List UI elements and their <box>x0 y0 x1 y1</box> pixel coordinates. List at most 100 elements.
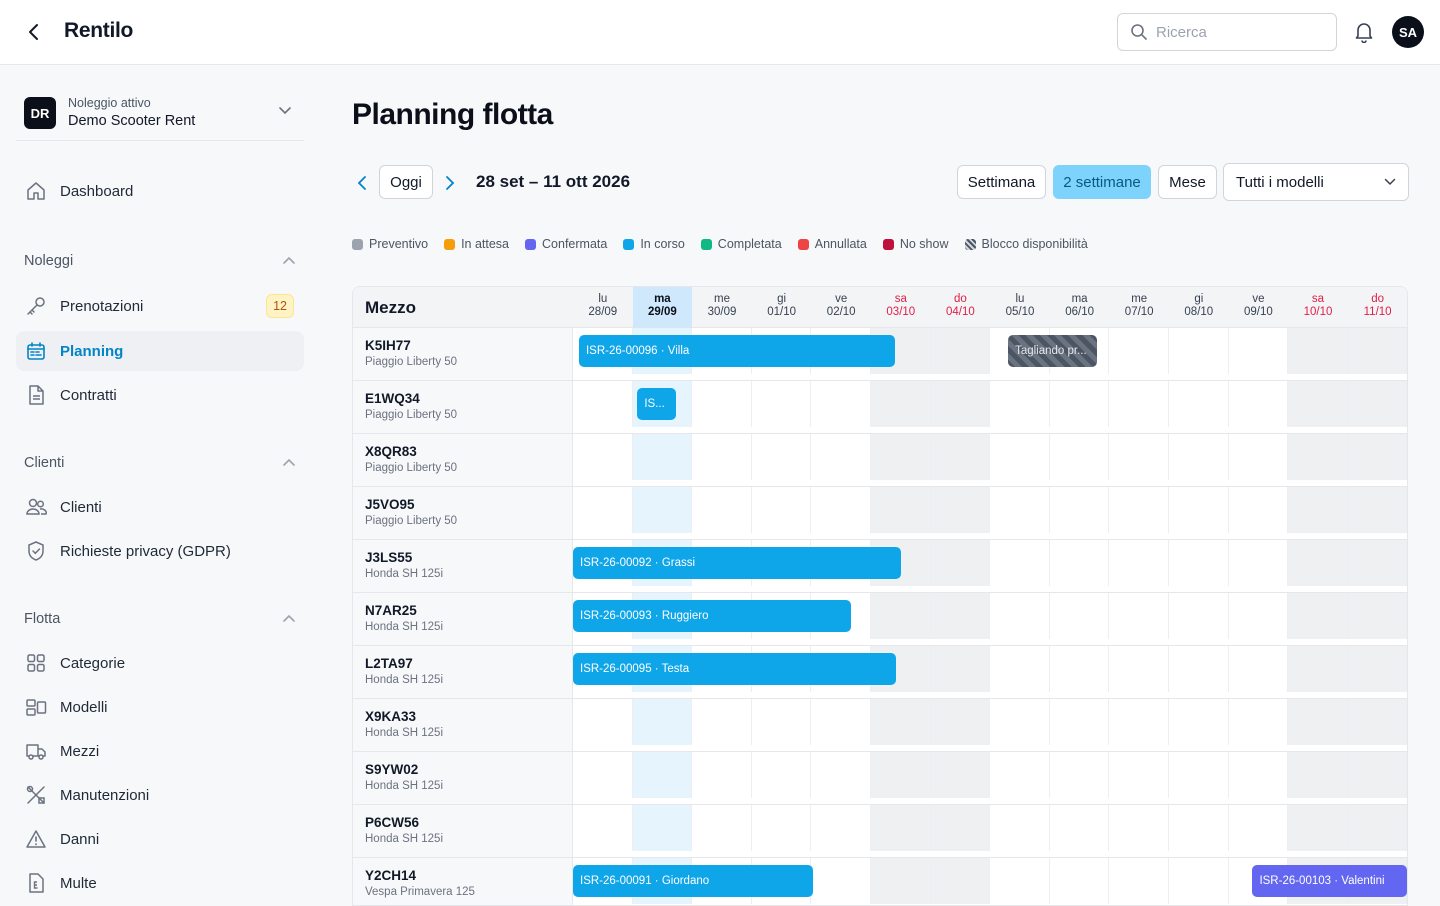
day-cell[interactable] <box>930 699 991 745</box>
day-cell[interactable] <box>871 752 931 798</box>
day-cell[interactable] <box>1109 593 1169 639</box>
day-cell[interactable] <box>1109 487 1169 533</box>
availability-block[interactable]: Tagliando pr... <box>1008 335 1098 367</box>
day-cell[interactable] <box>1050 858 1110 904</box>
day-cell[interactable] <box>811 699 871 745</box>
day-cell[interactable] <box>1347 328 1407 374</box>
sidebar-item-dashboard[interactable]: Dashboard <box>16 171 304 211</box>
tenant-switcher[interactable]: DR Noleggio attivo Demo Scooter Rent <box>16 77 304 141</box>
day-cell[interactable] <box>1347 381 1407 427</box>
day-cell[interactable] <box>1169 646 1229 692</box>
day-cell[interactable] <box>1229 487 1289 533</box>
day-cell[interactable] <box>632 487 693 533</box>
day-cell[interactable] <box>990 858 1050 904</box>
day-cell[interactable] <box>1229 328 1289 374</box>
day-cell[interactable] <box>871 487 931 533</box>
section-clienti[interactable]: Clienti <box>24 455 296 471</box>
day-cell[interactable] <box>1288 434 1348 480</box>
vehicle-label[interactable]: K5IH77 Piaggio Liberty 50 <box>353 328 573 380</box>
day-cell[interactable] <box>692 487 752 533</box>
day-cell[interactable] <box>1288 487 1348 533</box>
day-cell[interactable] <box>1109 540 1169 586</box>
day-cell[interactable] <box>871 381 931 427</box>
day-cell[interactable] <box>930 434 991 480</box>
day-cell[interactable] <box>930 328 991 374</box>
notifications-button[interactable] <box>1352 20 1376 44</box>
day-cell[interactable] <box>1347 540 1407 586</box>
day-cell[interactable] <box>1050 540 1110 586</box>
day-cell[interactable] <box>1229 805 1289 851</box>
day-cell[interactable] <box>990 434 1050 480</box>
day-cell[interactable] <box>752 805 812 851</box>
day-cell[interactable] <box>1288 328 1348 374</box>
day-cell[interactable] <box>930 593 991 639</box>
day-cell[interactable] <box>1050 646 1110 692</box>
vehicle-label[interactable]: S9YW02 Honda SH 125i <box>353 752 573 804</box>
day-cell[interactable] <box>692 752 752 798</box>
day-cell[interactable] <box>1288 646 1348 692</box>
view-two-weeks-button[interactable]: 2 settimane <box>1053 165 1151 199</box>
day-cell[interactable] <box>1288 381 1348 427</box>
back-button[interactable] <box>22 20 46 44</box>
sidebar-item-gdpr[interactable]: Richieste privacy (GDPR) <box>16 531 304 571</box>
booking-bar[interactable]: ISR-26-00091 · Giordano <box>573 865 813 897</box>
day-cell[interactable] <box>811 805 871 851</box>
vehicle-label[interactable]: J3LS55 Honda SH 125i <box>353 540 573 592</box>
day-cell[interactable] <box>1109 858 1169 904</box>
day-cell[interactable] <box>1229 381 1289 427</box>
day-cell[interactable] <box>573 805 633 851</box>
day-cell[interactable] <box>1169 593 1229 639</box>
day-cell[interactable] <box>1347 752 1407 798</box>
day-cell[interactable] <box>1169 752 1229 798</box>
day-cell[interactable] <box>1288 752 1348 798</box>
vehicle-label[interactable]: N7AR25 Honda SH 125i <box>353 593 573 645</box>
day-cell[interactable] <box>1050 805 1110 851</box>
day-cell[interactable] <box>930 752 991 798</box>
vehicle-label[interactable]: X8QR83 Piaggio Liberty 50 <box>353 434 573 486</box>
day-cell[interactable] <box>1050 434 1110 480</box>
day-cell[interactable] <box>1169 328 1229 374</box>
today-button[interactable]: Oggi <box>379 165 433 199</box>
day-cell[interactable] <box>1288 593 1348 639</box>
sidebar-item-danni[interactable]: Danni <box>16 819 304 859</box>
day-cell[interactable] <box>1169 381 1229 427</box>
day-cell[interactable] <box>1229 646 1289 692</box>
day-cell[interactable] <box>752 752 812 798</box>
day-cell[interactable] <box>1169 540 1229 586</box>
day-cell[interactable] <box>752 699 812 745</box>
day-cell[interactable] <box>1050 699 1110 745</box>
day-cell[interactable] <box>632 805 693 851</box>
day-cell[interactable] <box>1169 434 1229 480</box>
day-cell[interactable] <box>990 699 1050 745</box>
sidebar-item-categorie[interactable]: Categorie <box>16 643 304 683</box>
day-cell[interactable] <box>990 752 1050 798</box>
day-cell[interactable] <box>1288 805 1348 851</box>
view-month-button[interactable]: Mese <box>1158 165 1217 199</box>
day-cell[interactable] <box>1109 752 1169 798</box>
day-cell[interactable] <box>1169 805 1229 851</box>
day-cell[interactable] <box>811 487 871 533</box>
booking-bar[interactable]: ISR-26-00096 · Villa <box>578 335 895 367</box>
day-cell[interactable] <box>1050 593 1110 639</box>
day-cell[interactable] <box>1229 434 1289 480</box>
booking-bar[interactable]: ISR-26-00092 · Grassi <box>573 547 901 579</box>
day-cell[interactable] <box>930 381 991 427</box>
day-cell[interactable] <box>1109 381 1169 427</box>
day-cell[interactable] <box>930 858 991 904</box>
day-cell[interactable] <box>930 487 991 533</box>
day-cell[interactable] <box>1229 752 1289 798</box>
day-cell[interactable] <box>1229 593 1289 639</box>
day-cell[interactable] <box>1109 805 1169 851</box>
day-cell[interactable] <box>871 434 931 480</box>
day-cell[interactable] <box>990 646 1050 692</box>
sidebar-item-manutenzioni[interactable]: Manutenzioni <box>16 775 304 815</box>
day-cell[interactable] <box>811 381 871 427</box>
next-period-button[interactable] <box>440 173 460 193</box>
search-input[interactable] <box>1156 23 1316 41</box>
day-cell[interactable] <box>1109 434 1169 480</box>
day-cell[interactable] <box>811 752 871 798</box>
day-cell[interactable] <box>692 805 752 851</box>
day-cell[interactable] <box>1347 434 1407 480</box>
vehicle-label[interactable]: Y2CH14 Vespa Primavera 125 <box>353 858 573 905</box>
day-cell[interactable] <box>1109 699 1169 745</box>
